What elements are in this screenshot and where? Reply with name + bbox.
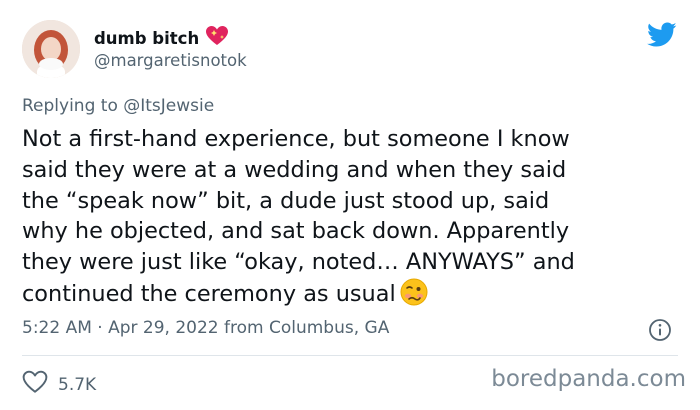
- sparkling-heart-icon: [205, 25, 229, 51]
- like-count: 5.7K: [58, 374, 97, 395]
- twitter-bird-icon[interactable]: [647, 22, 677, 48]
- tweet-line: Not a first-hand experience, but someone…: [22, 126, 570, 152]
- avatar[interactable]: [22, 20, 80, 78]
- tweet-line: they were just like “okay, noted… ANYWAY…: [22, 249, 575, 276]
- tweet-line: the “speak now” bit, a dude just stood u…: [22, 187, 550, 214]
- tweet-timestamp[interactable]: 5:22 AM · Apr 29, 2022 from Columbus, GA: [22, 318, 389, 338]
- replying-to: Replying to @ItsJewsie: [22, 96, 214, 116]
- tweet-last-line: continued the ceremony as usual: [22, 278, 682, 315]
- reply-target-link[interactable]: @ItsJewsie: [123, 96, 214, 116]
- like-button[interactable]: 5.7K: [22, 370, 96, 399]
- divider: [22, 355, 678, 356]
- display-name-text: dumb bitch: [94, 28, 200, 48]
- replying-to-prefix: Replying to: [22, 96, 118, 116]
- display-name[interactable]: dumb bitch: [94, 25, 229, 51]
- info-icon[interactable]: [648, 318, 672, 342]
- user-handle[interactable]: @margaretisnotok: [94, 51, 247, 70]
- tweet-text: Not a first-hand experience, but someone…: [22, 124, 682, 315]
- heart-outline-icon: [22, 370, 48, 399]
- watermark: boredpanda.com: [491, 366, 686, 392]
- tweet-line: said they were at a wedding and when the…: [22, 156, 567, 183]
- woozy-face-icon: [400, 278, 428, 315]
- tweet-line: why he objected, and sat back down. Appa…: [22, 218, 570, 245]
- tweet-line: continued the ceremony as usual: [22, 280, 396, 307]
